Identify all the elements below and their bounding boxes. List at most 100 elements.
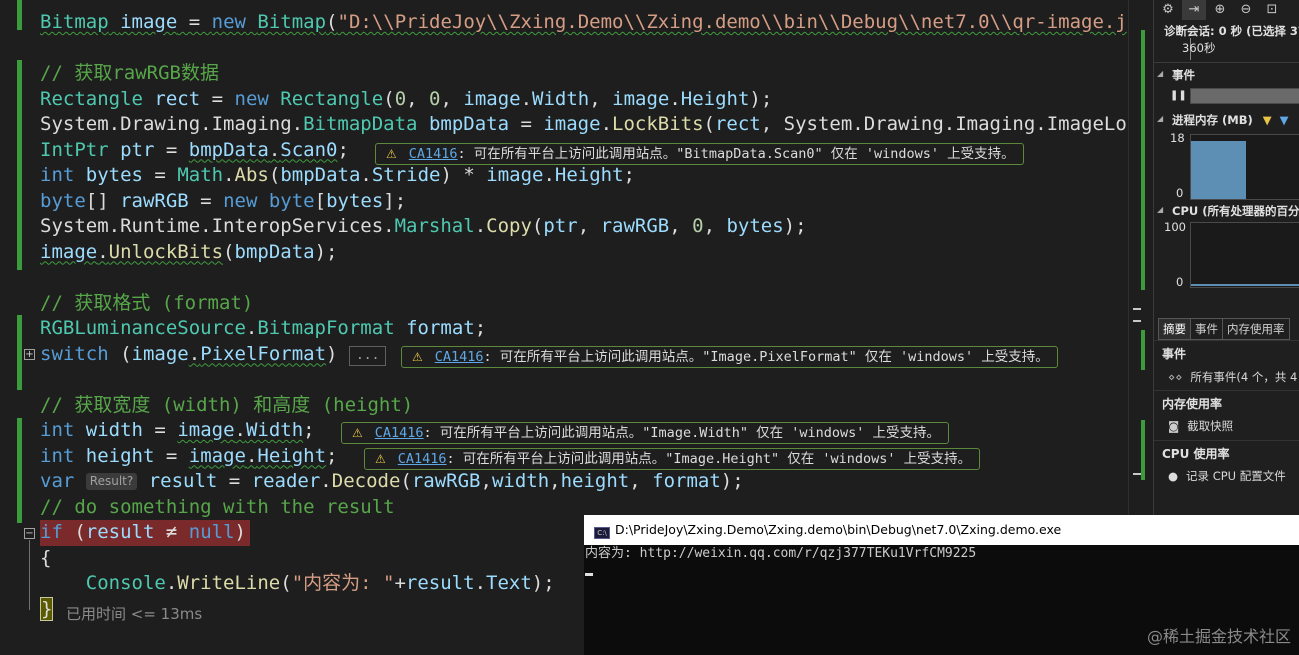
section-memory-title: 内存使用率	[1154, 390, 1299, 412]
code-token: Copy	[486, 215, 532, 237]
fold-collapse-icon[interactable]: −	[24, 528, 35, 539]
code-token: .	[320, 470, 332, 492]
tab-memory-usage[interactable]: 内存使用率	[1222, 318, 1290, 340]
code-line[interactable]	[40, 36, 1127, 62]
code-line[interactable]: int bytes = Math.Abs(bmpData.Stride) * i…	[40, 163, 1127, 189]
code-token: ,	[589, 87, 613, 110]
pause-icon[interactable]: ❚❚	[1170, 90, 1187, 101]
diagnostic-code-link[interactable]: CA1416	[435, 349, 484, 365]
console-window[interactable]: C:\ D:\PrideJoy\Zxing.Demo\Zxing.demo\bin…	[584, 515, 1299, 655]
code-token: .	[600, 113, 613, 135]
change-bar	[17, 418, 22, 523]
code-token: Height	[257, 444, 327, 467]
export-icon[interactable]: ⇥	[1182, 0, 1206, 20]
code-line[interactable]: byte[] rawRGB = new byte[bytes];	[40, 189, 1127, 215]
code-line[interactable]: // 获取宽度 (width) 和高度 (height)	[40, 393, 1127, 419]
change-bar	[17, 0, 22, 30]
code-token: );	[749, 87, 773, 110]
diagnostic-message: : 可在所有平台上访问此调用站点。"Image.PixelFormat" 仅在 …	[483, 349, 1049, 365]
diagnostic-ca1416-scan0[interactable]: ⚠ CA1416: 可在所有平台上访问此调用站点。"BitmapData.Scan…	[375, 143, 1024, 165]
code-token: bmpData	[280, 164, 361, 186]
code-line[interactable]: image.UnlockBits(bmpData);	[40, 240, 1127, 266]
code-token: .	[520, 87, 533, 110]
memory-graph[interactable]	[1190, 134, 1299, 200]
code-token: // 获取格式 (format)	[40, 291, 254, 314]
code-token: null	[188, 521, 235, 543]
code-line[interactable]	[40, 265, 1127, 291]
code-token: image	[612, 87, 670, 110]
code-line[interactable]: var Result? result = reader.Decode(rawRG…	[40, 469, 1127, 495]
tab-events[interactable]: 事件	[1190, 318, 1223, 340]
code-token: ,	[406, 87, 430, 110]
code-token: [	[314, 189, 327, 212]
code-token: bytes	[85, 164, 143, 186]
code-token: Height	[554, 164, 624, 186]
code-token: .	[543, 164, 555, 186]
take-snapshot-item[interactable]: ◙ 截取快照	[1168, 418, 1233, 434]
scroll-warning-marker	[1133, 320, 1141, 322]
console-output[interactable]: 内容为: http://weixin.qq.com/r/qzj377TEKu1V…	[584, 545, 1299, 576]
code-line[interactable]: // 获取rawRGB数据	[40, 61, 1127, 87]
fold-expand-icon[interactable]: +	[24, 349, 35, 360]
code-token: bytes	[726, 215, 784, 237]
settings-gear-icon[interactable]: ⚙	[1156, 0, 1180, 20]
all-events-item[interactable]: ⋄⋄ 所有事件(4 个，共 4	[1168, 369, 1297, 385]
diagnostic-code-link[interactable]: CA1416	[398, 451, 447, 467]
diagnostic-tools-panel[interactable]: ⚙ ⇥ ⊕ ⊖ ⊡ 诊断会话: 0 秒 (已选择 37 360秒 ◢ 事件 ❚❚…	[1153, 0, 1299, 515]
events-track-label: 事件	[1172, 68, 1195, 82]
elapsed-time-hint: 已用时间 <= 13ms	[66, 605, 203, 623]
cpu-track-label: CPU (所有处理器的百分	[1172, 204, 1299, 218]
code-token: Width	[245, 419, 304, 441]
code-token: result	[85, 521, 155, 543]
zoom-in-icon[interactable]: ⊕	[1208, 0, 1232, 20]
collapsed-region-button[interactable]: ...	[348, 345, 387, 366]
code-token: .	[245, 317, 258, 339]
code-token: rect	[714, 113, 761, 135]
code-token: (	[400, 470, 412, 492]
code-line[interactable]: // 获取格式 (format)	[40, 291, 1127, 317]
code-token: );	[720, 470, 744, 492]
code-token: ,	[440, 87, 464, 110]
code-token: ;	[303, 419, 315, 441]
code-token: ,	[480, 470, 492, 492]
code-line[interactable]: Bitmap image = new Bitmap("D:\\PrideJoy\…	[40, 10, 1127, 36]
code-token: []	[85, 189, 121, 212]
code-token: =	[188, 189, 224, 212]
code-token: 0	[429, 87, 441, 110]
code-token: height	[85, 444, 155, 467]
code-line[interactable]: System.Runtime.InteropServices.Marshal.C…	[40, 214, 1127, 240]
diagnostic-ca1416-width[interactable]: ⚠ CA1416: 可在所有平台上访问此调用站点。"Image.Width" 仅在…	[341, 422, 949, 444]
code-line[interactable]: System.Drawing.Imaging.BitmapData bmpDat…	[40, 112, 1127, 138]
zoom-out-icon[interactable]: ⊖	[1234, 0, 1258, 20]
tab-summary[interactable]: 摘要	[1158, 318, 1191, 340]
session-label: 诊断会话: 0 秒 (已选择 37	[1164, 24, 1299, 38]
code-token: var	[40, 470, 75, 492]
scroll-marker	[1141, 420, 1145, 480]
code-token: bmpData	[234, 240, 315, 263]
code-token: ,	[703, 215, 727, 237]
diagnostic-code-link[interactable]: CA1416	[375, 425, 424, 441]
code-token: bmpData	[188, 138, 269, 161]
console-title-bar[interactable]: C:\ D:\PrideJoy\Zxing.Demo\Zxing.demo\bin…	[584, 515, 1299, 545]
diagnostic-ca1416-pixelformat[interactable]: ⚠ CA1416: 可在所有平台上访问此调用站点。"Image.PixelForm…	[401, 346, 1058, 368]
code-token: new	[234, 87, 269, 110]
cpu-graph[interactable]	[1190, 222, 1299, 288]
code-token: .	[223, 164, 235, 186]
code-token: // 获取rawRGB数据	[40, 62, 219, 84]
diagnostic-ca1416-height[interactable]: ⚠ CA1416: 可在所有平台上访问此调用站点。"Image.Height" 仅…	[364, 448, 981, 470]
code-line[interactable]: RGBLuminanceSource.BitmapFormat format;	[40, 316, 1127, 342]
warning-icon: ⚠	[412, 350, 423, 364]
diagnostic-code-link[interactable]: CA1416	[409, 146, 458, 162]
record-cpu-item[interactable]: ● 记录 CPU 配置文件	[1168, 468, 1286, 484]
cpu-min: 0	[1176, 275, 1184, 289]
code-token: ;	[623, 164, 635, 186]
scroll-marker	[1141, 330, 1145, 370]
code-token: image	[131, 342, 189, 365]
code-line[interactable]	[40, 367, 1127, 393]
events-track[interactable]	[1190, 88, 1299, 104]
code-line[interactable]: Rectangle rect = new Rectangle(0, 0, ima…	[40, 87, 1127, 113]
code-token: new	[223, 189, 258, 212]
code-token: byte	[268, 189, 315, 212]
reset-view-icon[interactable]: ⊡	[1260, 0, 1284, 20]
code-token: image	[188, 444, 246, 467]
